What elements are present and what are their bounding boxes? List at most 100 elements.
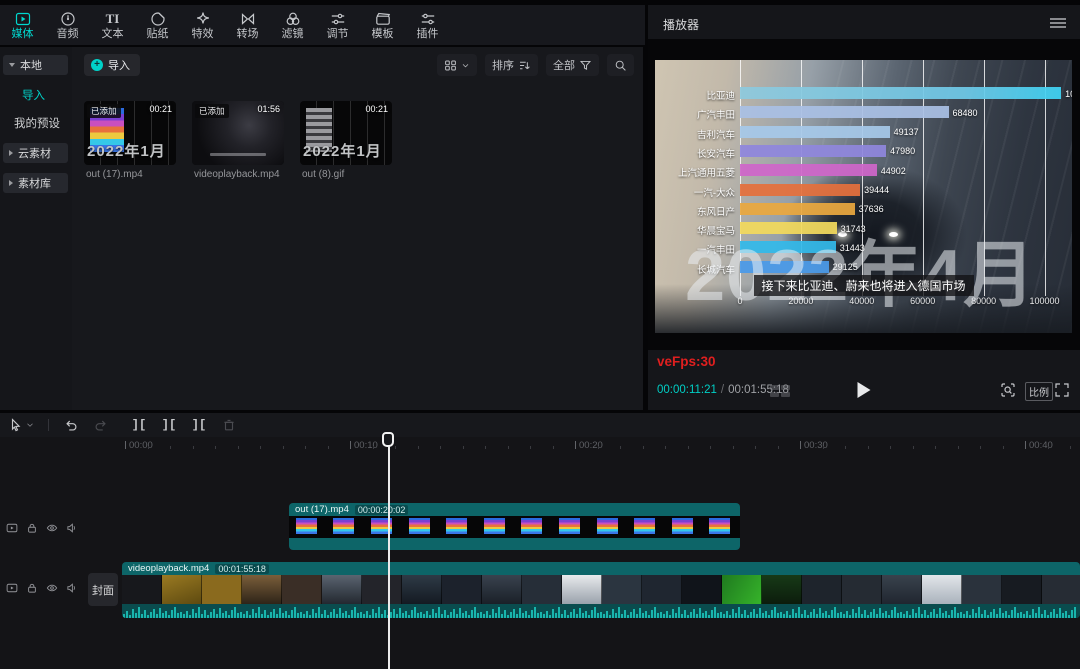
media-controls: 排序 全部 [437, 54, 634, 76]
ruler-major-tick [350, 441, 351, 449]
sidebar-item-本地[interactable]: 本地 [3, 55, 68, 75]
cover-button[interactable]: 封面 [88, 573, 118, 606]
eye-icon[interactable] [46, 522, 58, 534]
ruler-minor-tick [552, 446, 554, 449]
tab-音频[interactable]: 音频 [45, 5, 90, 45]
sidebar-item-素材库[interactable]: 素材库 [3, 173, 68, 193]
sidebar-item-我的预设[interactable]: 我的预设 [14, 115, 60, 131]
timeline-clip-videoplayback[interactable]: videoplayback.mp4 00:01:55:18 [122, 562, 1080, 618]
view-mode-dropdown[interactable] [437, 54, 477, 76]
added-badge: 已添加 [195, 104, 229, 118]
eye-icon[interactable] [46, 582, 58, 594]
thumbnail-chart-decor [408, 517, 430, 534]
chart-bar [740, 125, 890, 138]
tab-贴纸[interactable]: 贴纸 [135, 5, 180, 45]
speaker-icon[interactable] [66, 582, 78, 594]
split-keep-right-button[interactable]: ][ [191, 417, 207, 433]
undo-button[interactable] [63, 417, 79, 433]
video-editor-window: 媒体 音频 TI 文本 贴纸 特效 转场 滤镜 调节 模板 插件 本地导入我的预设云素材素材库 + … [0, 0, 1080, 669]
thumbnail-chart-decor [558, 517, 580, 534]
chart-bar-label: 广汽丰田 [696, 110, 735, 122]
redo-button[interactable] [93, 417, 109, 433]
track1-header [6, 522, 78, 534]
ruler-minor-tick [867, 446, 869, 449]
timeline-ruler[interactable]: 00:00 00:10 00:20 00:30 00:40 [0, 437, 1080, 452]
player-menu-icon[interactable] [1050, 18, 1066, 28]
ruler-minor-tick [417, 446, 419, 449]
ruler-minor-tick [710, 446, 711, 449]
chart-bar [740, 87, 1062, 99]
sidebar-item-label: 素材库 [18, 178, 51, 190]
split-keep-left-button[interactable]: ][ [161, 417, 177, 433]
chevron-down-icon [27, 423, 33, 427]
timeline-clip-out17[interactable]: out (17).mp4 00:00:20:02 [289, 503, 740, 550]
media-filename: out (17).mp4 [86, 169, 143, 180]
video-preview[interactable]: 020000400006000080000100000比亚迪105475广汽丰田… [655, 60, 1072, 333]
lock-icon[interactable] [26, 522, 38, 534]
tab-转场[interactable]: 转场 [225, 5, 270, 45]
ruler-minor-tick [192, 446, 194, 449]
video-subtitle: 接下来比亚迪、蔚来也将进入德国市场 [753, 275, 974, 296]
import-button[interactable]: + 导入 [84, 54, 140, 76]
clip-thumbnail [514, 516, 553, 538]
lock-icon[interactable] [26, 582, 38, 594]
media-card-out (8).gif[interactable]: 2022年1月 00:21 [300, 101, 392, 165]
aspect-ratio-button[interactable]: 比例 [1025, 382, 1053, 401]
track-type-icon[interactable] [6, 582, 18, 594]
clip-thumbnail [362, 575, 402, 604]
split-button[interactable]: ][ [131, 417, 147, 433]
clip-thumbnail [589, 516, 628, 538]
thumbnail-chart-decor [596, 517, 618, 534]
ruler-minor-tick [440, 446, 441, 449]
clip-thumbnail [882, 575, 922, 604]
sidebar-item-云素材[interactable]: 云素材 [3, 143, 68, 163]
track-type-icon[interactable] [6, 522, 18, 534]
select-tool-dropdown[interactable] [8, 417, 34, 433]
tab-滤镜[interactable]: 滤镜 [270, 5, 315, 45]
player-title: 播放器 [663, 18, 700, 32]
chart-date-watermark: 2022年4月 [685, 216, 1036, 321]
clip-thumbnail [842, 575, 882, 604]
added-badge: 已添加 [87, 104, 121, 118]
tab-label: 贴纸 [146, 28, 169, 40]
speaker-icon[interactable] [66, 522, 78, 534]
media-card-out (17).mp4[interactable]: 2022年1月 已添加 00:21 [84, 101, 176, 165]
template-icon [374, 10, 391, 27]
tab-特效[interactable]: 特效 [180, 5, 225, 45]
tab-调节[interactable]: 调节 [315, 5, 360, 45]
transition-icon [239, 10, 256, 27]
clip-thumbnail [326, 516, 365, 538]
ruler-minor-tick [485, 446, 486, 449]
chart-bar-value: 105475 [1065, 88, 1072, 99]
filter-funnel-icon [579, 60, 592, 70]
sort-button[interactable]: 排序 [485, 54, 538, 76]
tab-label: 转场 [236, 28, 259, 40]
fullscreen-icon[interactable] [1054, 382, 1070, 398]
player-stage: 020000400006000080000100000比亚迪105475广汽丰田… [648, 39, 1080, 350]
filter-button[interactable]: 全部 [546, 54, 599, 76]
ruler-minor-tick [1002, 446, 1004, 449]
sidebar-item-导入[interactable]: 导入 [22, 87, 45, 103]
tab-插件[interactable]: 插件 [405, 5, 450, 45]
media-card-videoplayback.mp4[interactable]: 已添加 01:56 [192, 101, 284, 165]
ruler-minor-tick [147, 446, 149, 449]
tab-文本[interactable]: TI 文本 [90, 5, 135, 45]
ruler-minor-tick [620, 446, 621, 449]
chart-bar-value: 44902 [880, 165, 906, 176]
playhead-handle[interactable] [382, 432, 394, 447]
search-button[interactable] [607, 54, 634, 76]
ruler-minor-tick [327, 446, 329, 449]
play-button[interactable] [857, 382, 871, 398]
preview-quality-icon[interactable] [1000, 382, 1016, 398]
tab-媒体[interactable]: 媒体 [0, 5, 45, 45]
preview-grid-icon[interactable] [770, 385, 792, 398]
clip-thumbnail [922, 575, 962, 604]
tab-模板[interactable]: 模板 [360, 5, 405, 45]
search-icon [615, 60, 626, 71]
delete-button[interactable] [221, 417, 237, 433]
ruler-minor-tick [912, 446, 914, 449]
clip-thumbnail [1042, 575, 1080, 604]
ruler-minor-tick [282, 446, 284, 449]
sort-label: 排序 [492, 60, 514, 72]
clip-filename: out (17).mp4 [295, 504, 349, 515]
